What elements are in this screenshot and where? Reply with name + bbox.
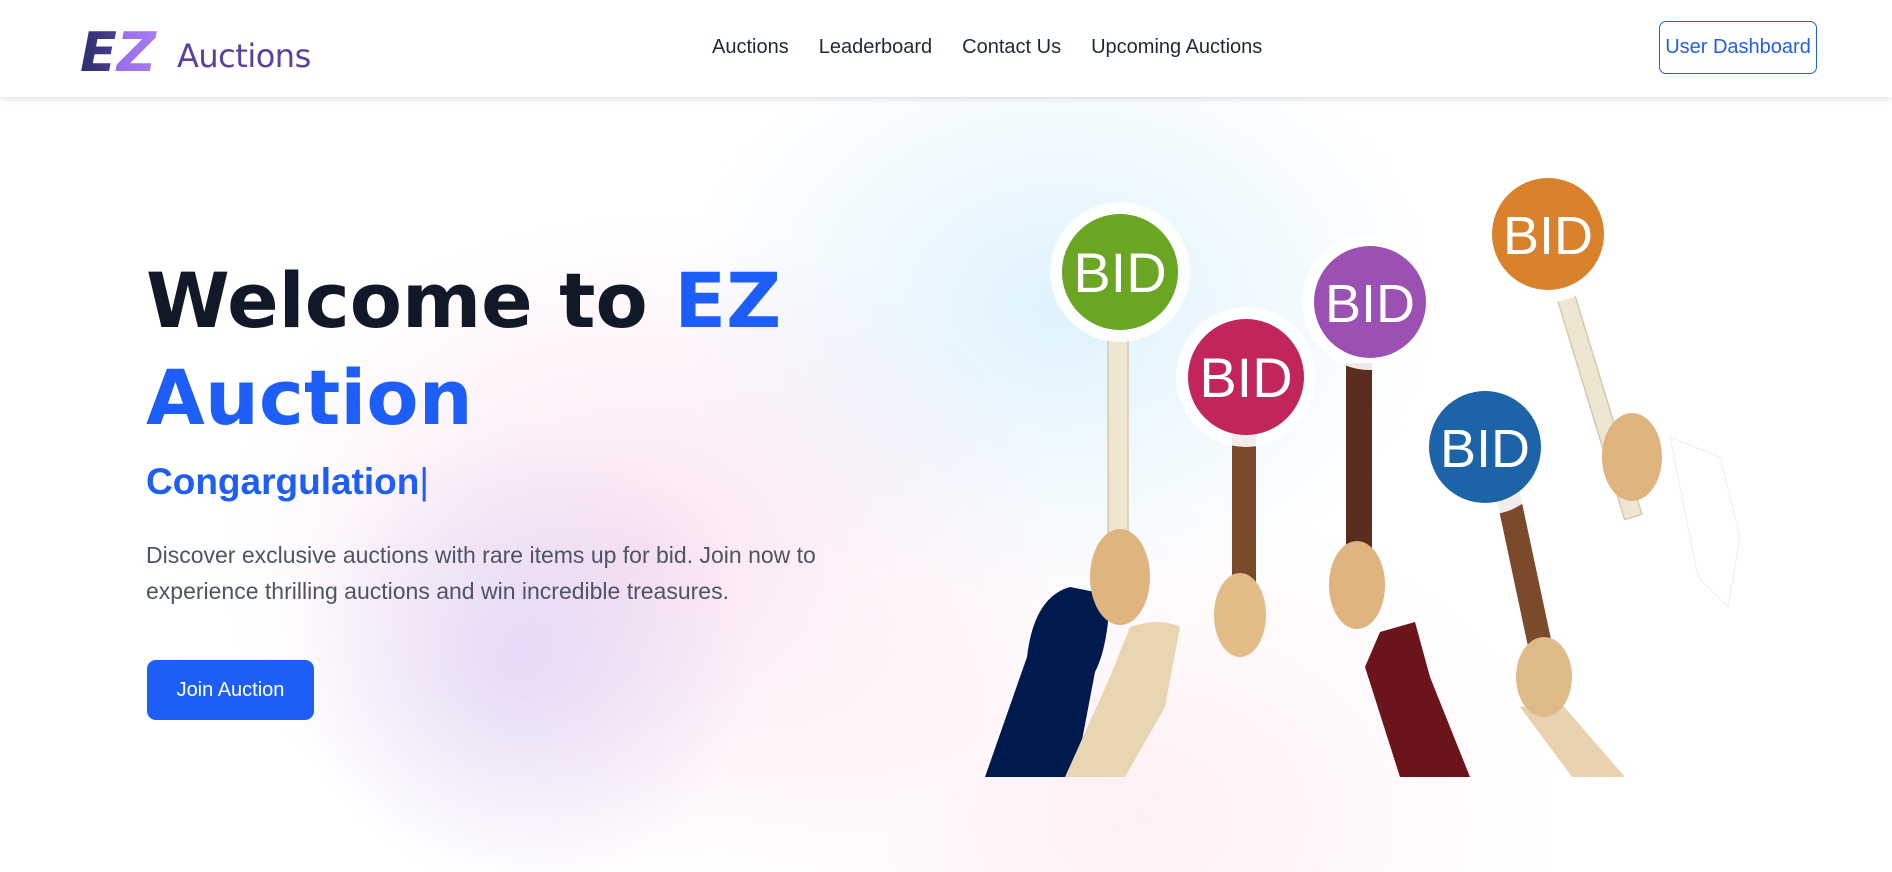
hand-1 (1090, 529, 1150, 625)
svg-text:BID: BID (1199, 346, 1292, 409)
hand-2 (1214, 573, 1266, 657)
top-navbar: EZ Auctions Auctions Leaderboard Contact… (0, 0, 1892, 97)
hero-section: Welcome to EZ Auction Congargulation| Di… (0, 97, 1892, 872)
svg-text:BID: BID (1503, 206, 1593, 266)
main-nav: Auctions Leaderboard Contact Us Upcoming… (712, 36, 1262, 59)
hand-5 (1602, 413, 1662, 501)
hero-description: Discover exclusive auctions with rare it… (146, 542, 816, 604)
nav-link-upcoming-auctions[interactable]: Upcoming Auctions (1091, 36, 1262, 59)
ez-logo-mark: EZ (80, 26, 157, 76)
nav-link-auctions[interactable]: Auctions (712, 36, 789, 59)
hand-3 (1329, 541, 1385, 629)
svg-text:BID: BID (1440, 419, 1530, 479)
hero-typing-subtitle: Congargulation| (146, 461, 429, 503)
typing-text: Congargulation (146, 461, 420, 502)
user-dashboard-button[interactable]: User Dashboard (1659, 21, 1817, 74)
nav-link-contact-us[interactable]: Contact Us (962, 36, 1061, 59)
bid-paddle-blue: BID (1417, 379, 1553, 515)
hero-title: Welcome to EZ Auction (146, 252, 846, 446)
nav-link-leaderboard[interactable]: Leaderboard (819, 36, 932, 59)
typing-cursor: | (419, 461, 429, 502)
logo-letter-e: EZ (80, 26, 157, 76)
bid-paddle-red: BID (1176, 307, 1316, 447)
bid-paddle-orange: BID (1480, 166, 1616, 302)
join-auction-button[interactable]: Join Auction (147, 660, 314, 720)
ez-auctions-logo[interactable]: EZ Auctions (80, 26, 311, 76)
logo-text: Auctions (177, 37, 311, 75)
svg-text:BID: BID (1073, 241, 1166, 304)
white-sleeve (1669, 436, 1741, 609)
hand-4 (1516, 637, 1572, 717)
bid-paddles-illustration: BID BID BID BID BID (985, 166, 1741, 777)
bid-paddle-green: BID (1050, 202, 1190, 342)
svg-text:BID: BID (1325, 274, 1415, 334)
hero-title-lead: Welcome to (146, 256, 675, 345)
bid-paddle-purple: BID (1302, 234, 1438, 370)
maroon-sleeve (1365, 622, 1470, 777)
